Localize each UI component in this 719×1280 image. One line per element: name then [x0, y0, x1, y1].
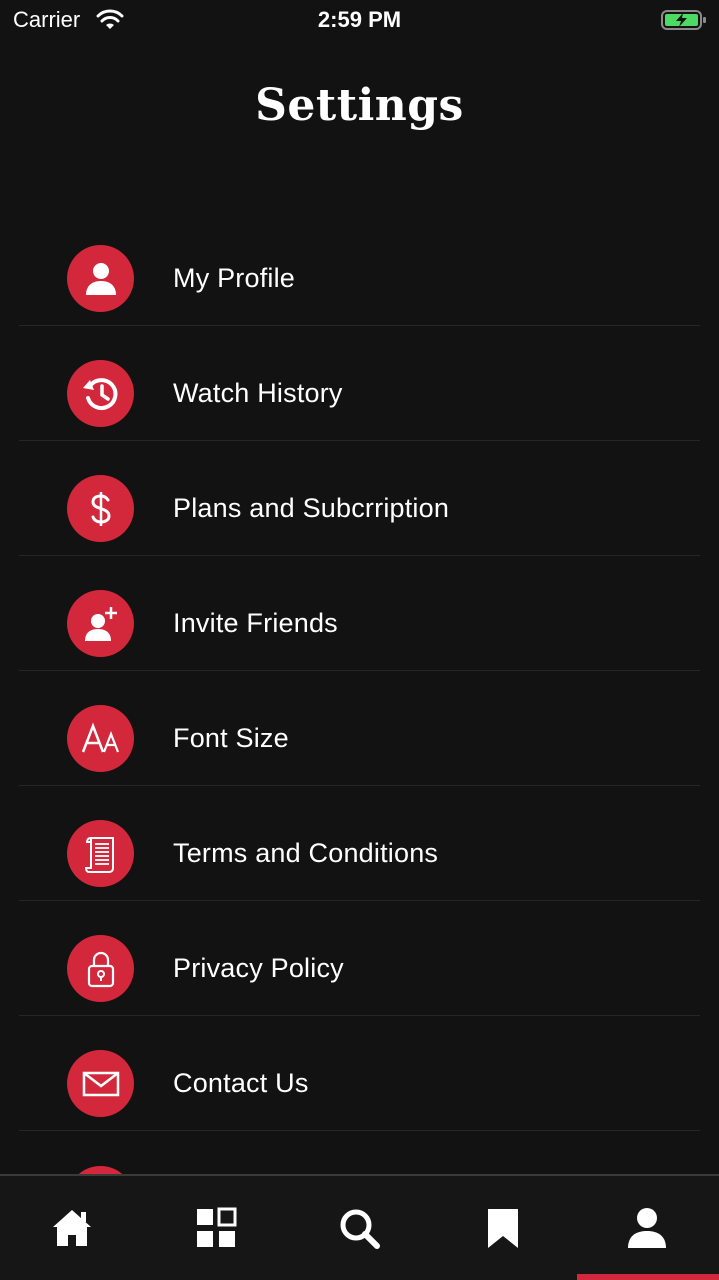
tab-home[interactable]	[0, 1176, 144, 1280]
settings-item-plans-subscription[interactable]: Plans and Subcrription	[19, 441, 700, 556]
bookmark-icon	[488, 1209, 519, 1248]
lock-icon	[87, 951, 114, 987]
status-bar: Carrier 2:59 PM	[0, 0, 719, 40]
icon-badge	[67, 475, 134, 542]
settings-item-terms-conditions[interactable]: Terms and Conditions	[19, 786, 700, 901]
settings-item-font-size[interactable]: Font Size	[19, 671, 700, 786]
tab-search[interactable]	[288, 1176, 432, 1280]
settings-item-watch-history[interactable]: Watch History	[19, 326, 700, 441]
settings-item-label: Watch History	[173, 378, 343, 408]
dollar-icon	[90, 491, 111, 526]
settings-item-label: Font Size	[173, 723, 289, 753]
settings-item-label: Privacy Policy	[173, 953, 344, 983]
font-size-icon	[81, 722, 119, 752]
active-tab-indicator	[577, 1274, 719, 1280]
settings-item-label: Invite Friends	[173, 608, 338, 638]
settings-item-label: My Profile	[173, 263, 296, 293]
settings-screen: Carrier 2:59 PM Settings My Profile Watc…	[0, 0, 719, 1280]
status-time: 2:59 PM	[317, 7, 402, 32]
icon-badge	[67, 820, 134, 887]
icon-badge	[67, 1050, 134, 1117]
icon-badge	[67, 245, 134, 312]
settings-item-label: Plans and Subcrription	[173, 493, 450, 523]
scroll-icon	[84, 836, 114, 873]
history-icon	[82, 377, 117, 410]
tab-profile[interactable]	[575, 1176, 719, 1280]
user-icon	[85, 262, 116, 295]
settings-item-invite-friends[interactable]: Invite Friends	[19, 556, 700, 671]
settings-item-my-profile[interactable]: My Profile	[19, 211, 700, 326]
settings-item-contact-us[interactable]: Contact Us	[19, 1016, 700, 1131]
icon-badge	[67, 360, 134, 427]
home-icon	[52, 1210, 91, 1246]
user-plus-icon	[84, 606, 117, 641]
envelope-icon	[82, 1071, 119, 1096]
icon-badge	[67, 935, 134, 1002]
icon-badge	[67, 705, 134, 772]
grid-icon	[196, 1207, 237, 1247]
profile-icon	[628, 1208, 667, 1248]
page-title: Settings	[255, 80, 464, 131]
search-icon	[340, 1209, 381, 1249]
bottom-tab-bar	[0, 1174, 719, 1280]
battery-charging-icon	[661, 10, 706, 30]
tab-categories[interactable]	[144, 1176, 288, 1280]
icon-badge	[67, 590, 134, 657]
settings-item-label: Contact Us	[173, 1068, 309, 1098]
settings-item-label: Terms and Conditions	[173, 838, 439, 868]
settings-list: My Profile Watch History Plans and Subcr…	[19, 211, 700, 1131]
tab-bookmarks[interactable]	[431, 1176, 575, 1280]
settings-item-privacy-policy[interactable]: Privacy Policy	[19, 901, 700, 1016]
